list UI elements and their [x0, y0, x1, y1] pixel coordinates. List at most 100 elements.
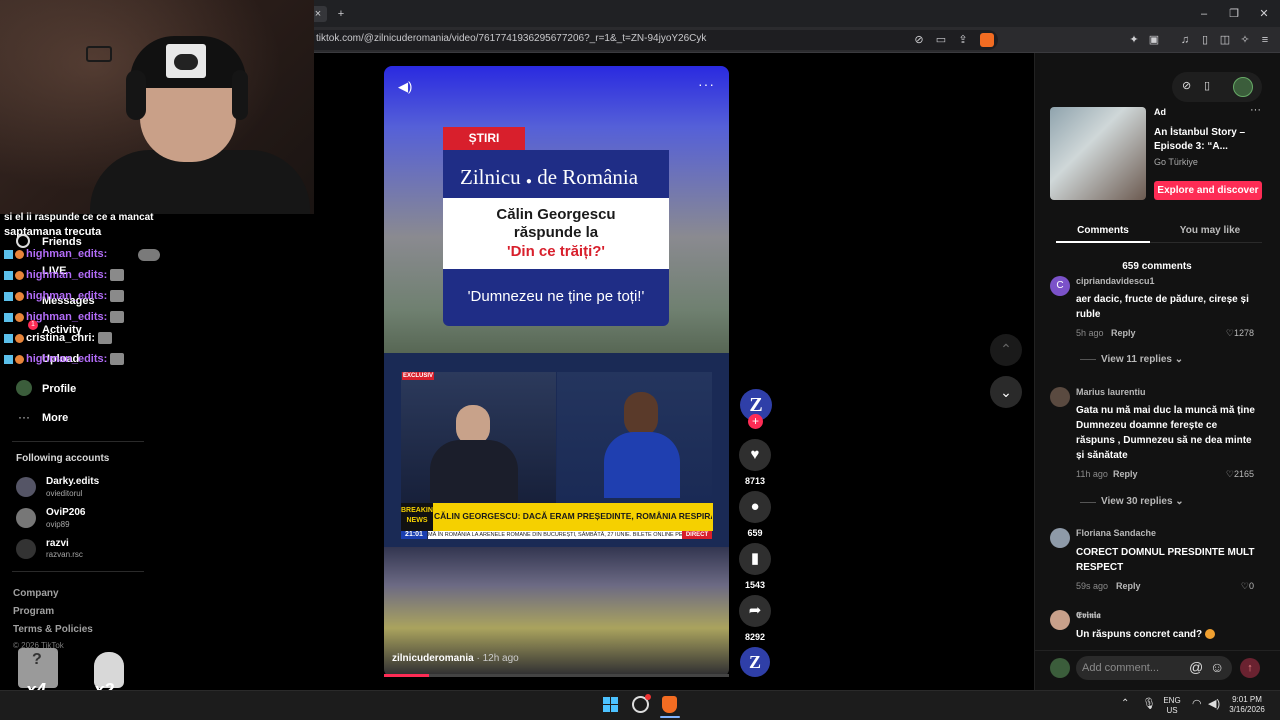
bookmark-icon[interactable]: ▮ [739, 543, 771, 575]
chat-line: highman_edits: [4, 269, 125, 282]
avatar[interactable] [1050, 387, 1070, 407]
music-disc-icon[interactable]: Z [740, 647, 770, 677]
mention-icon[interactable]: @ [1189, 659, 1203, 675]
chat-partial-line: si el ii raspunde ce ce a mancat [4, 212, 154, 222]
brave-browser-icon[interactable] [662, 696, 677, 713]
tab-active-indicator [1056, 241, 1150, 243]
device-icon[interactable]: ▯ [1204, 79, 1210, 92]
window-close-button[interactable]: ✕ [1257, 7, 1271, 21]
follow-plus-icon[interactable]: + [748, 414, 763, 429]
host-dress [604, 432, 680, 498]
leo-ai-icon[interactable]: ✧ [1238, 33, 1252, 47]
mod-badge-icon [4, 291, 13, 301]
language-indicator[interactable]: ENG US [1160, 696, 1184, 716]
mute-site-icon[interactable]: ⊘ [912, 33, 926, 47]
comment-time: 59s ago [1076, 581, 1109, 591]
media-icon[interactable]: ♫ [1178, 33, 1192, 47]
menu-icon[interactable]: ≡ [1258, 33, 1272, 47]
microphone-icon[interactable]: 🎙︎ [1142, 697, 1156, 710]
extensions-icon[interactable]: ✦ [1127, 33, 1141, 47]
nav-more[interactable]: More [42, 412, 68, 424]
brave-shield-icon[interactable] [980, 33, 994, 47]
video-author[interactable]: zilnicuderomania · 12h ago [392, 653, 519, 664]
comment-text: aer dacic, fructe de pădure, cireșe și r… [1076, 294, 1249, 320]
avatar[interactable] [1050, 528, 1070, 548]
like-heart-icon[interactable]: ♥ [739, 439, 771, 471]
ad-title[interactable]: An İstanbul Story – Episode 3: “A... [1154, 126, 1258, 154]
tray-chevron-icon[interactable]: ⌃ [1121, 698, 1129, 709]
tab-comments[interactable]: Comments [1056, 225, 1150, 236]
ad-thumbnail[interactable] [1050, 107, 1146, 200]
reply-button[interactable]: Reply [1116, 581, 1141, 591]
exclusiv-tag: EXCLUSIV [402, 372, 434, 380]
tab-you-may-like[interactable]: You may like [1160, 225, 1260, 236]
nav-profile[interactable]: Profile [42, 383, 76, 395]
following-name[interactable]: razvi [46, 538, 69, 549]
share-arrow-icon[interactable]: ➦ [739, 595, 771, 627]
chat-line: cristina_chri: [4, 332, 113, 345]
comment-like[interactable]: ♡2165 [1214, 469, 1254, 480]
new-tab-button[interactable]: + [334, 7, 348, 21]
compass-icon[interactable]: ⊘ [1182, 79, 1191, 92]
speaker-icon[interactable]: ◀) [1208, 697, 1220, 710]
comment-user[interactable]: Floriana Sandache [1076, 528, 1156, 538]
comment-bubble-icon[interactable]: ● [739, 491, 771, 523]
following-name[interactable]: Darky.edits [46, 476, 99, 487]
avatar[interactable] [16, 539, 36, 559]
comment-user[interactable]: 𝕰𝖛𝖎𝖓𝖎𝖆 [1076, 610, 1101, 621]
sidebar-toggle-icon[interactable]: ▯ [1198, 33, 1212, 47]
cast-icon[interactable]: ▭ [934, 33, 948, 47]
ad-sponsor: Go Türkiye [1154, 157, 1198, 167]
chat-line: highman_edits: [4, 248, 107, 260]
heart-outline-icon: ♡ [1225, 469, 1234, 479]
view-replies-button[interactable]: View 30 replies ⌄ [1101, 496, 1184, 507]
emote-icon [110, 353, 125, 366]
sub-badge-icon [15, 291, 24, 301]
user-avatar[interactable] [1233, 77, 1253, 97]
previous-video-button[interactable]: ⌃ [990, 334, 1022, 366]
wallet-icon[interactable]: ◫ [1218, 33, 1232, 47]
comment-user[interactable]: cipriandavidescu1 [1076, 276, 1155, 286]
restore-button[interactable]: ❐ [1227, 7, 1241, 21]
view-replies-button[interactable]: View 11 replies ⌄ [1101, 354, 1183, 365]
clock[interactable]: 9:01 PM 3/16/2026 [1226, 695, 1268, 715]
tab-search-icon[interactable]: ▣ [1147, 33, 1161, 47]
comment-like[interactable]: ♡1278 [1214, 328, 1254, 339]
windows-start-icon[interactable] [603, 697, 619, 713]
footer-program[interactable]: Program [13, 606, 54, 617]
comment-user[interactable]: Marius laurentiu [1076, 387, 1146, 397]
headline-line-1: Călin Georgescu [496, 206, 616, 223]
avatar[interactable] [1050, 610, 1070, 630]
next-video-button[interactable]: ⌄ [990, 376, 1022, 408]
emote-icon [98, 332, 113, 345]
avatar[interactable] [16, 508, 36, 528]
footer-terms[interactable]: Terms & Policies [13, 624, 93, 635]
sub-badge-icon [15, 270, 24, 280]
emote-icon [110, 269, 125, 282]
heart-outline-icon: ♡ [1240, 581, 1249, 591]
avatar[interactable]: C [1050, 276, 1070, 296]
following-name[interactable]: OviP206 [46, 507, 85, 518]
footer-company[interactable]: Company [13, 588, 59, 599]
comment-like[interactable]: ♡0 [1214, 581, 1254, 592]
sub-badge-icon [15, 249, 24, 259]
ad-more-icon[interactable]: ··· [1250, 104, 1261, 116]
minimize-button[interactable]: – [1197, 7, 1211, 21]
mod-badge-icon [4, 333, 13, 343]
mod-badge-icon [4, 354, 13, 364]
ad-label: Ad [1154, 107, 1166, 117]
send-arrow-icon[interactable]: ↑ [1240, 658, 1260, 678]
reply-button[interactable]: Reply [1113, 469, 1138, 479]
more-options-icon[interactable]: ··· [698, 76, 715, 92]
emote-icon [110, 290, 125, 303]
nav-friends[interactable]: Friends [42, 236, 82, 248]
avatar[interactable] [16, 477, 36, 497]
ad-cta-button[interactable]: Explore and discover [1154, 181, 1262, 200]
volume-icon[interactable]: ◀) [398, 79, 412, 95]
following-handle: razvan.rsc [46, 550, 83, 559]
emoji-picker-icon[interactable]: ☺ [1210, 659, 1224, 675]
reply-button[interactable]: Reply [1111, 328, 1136, 338]
video-progress-track[interactable] [384, 674, 729, 677]
share-icon[interactable]: ⇪ [956, 33, 970, 47]
wifi-icon[interactable]: ◠ [1192, 697, 1202, 710]
